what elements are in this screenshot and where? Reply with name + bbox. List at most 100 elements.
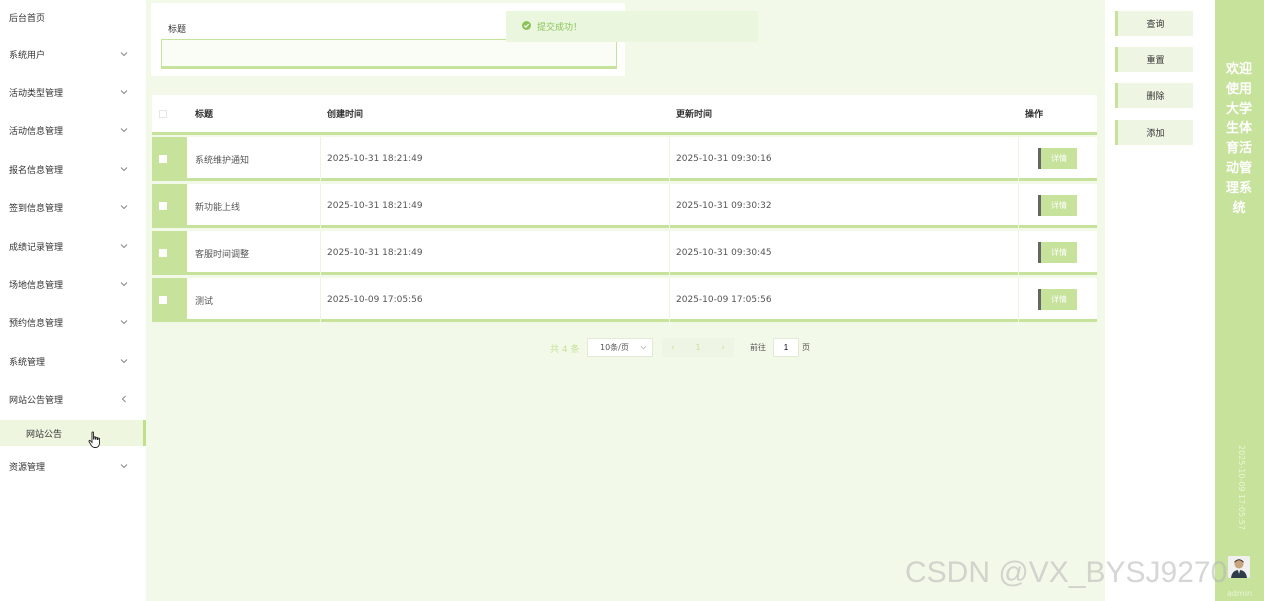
column-divider: [669, 137, 670, 181]
column-divider: [320, 231, 321, 275]
sidebar-item-home[interactable]: 后台首页: [0, 2, 146, 32]
sidebar-item-announcements[interactable]: 网站公告管理: [0, 384, 146, 414]
chevron-left-icon: [120, 395, 128, 403]
success-toast: 提交成功！: [506, 11, 758, 42]
sidebar-item-label: 资源管理: [9, 462, 46, 473]
column-divider: [1018, 278, 1019, 322]
sidebar-item-check-in[interactable]: 签到信息管理: [0, 192, 146, 222]
page-suffix: 页: [802, 343, 810, 352]
sidebar-item-reservations[interactable]: 预约信息管理: [0, 307, 146, 337]
row-select-cell: [152, 137, 187, 181]
cell-title: 系统维护通知: [195, 155, 250, 166]
chevron-down-icon: [120, 280, 128, 288]
system-title: 欢迎使用大学生体育活动管理系统: [1225, 62, 1252, 216]
row-checkbox[interactable]: [159, 155, 167, 163]
sidebar-item-venues[interactable]: 场地信息管理: [0, 269, 146, 299]
sidebar-item-label: 预约信息管理: [9, 318, 64, 329]
select-all-checkbox[interactable]: [159, 110, 167, 118]
gutter: [1203, 0, 1215, 601]
table-row: 新功能上线 2025-10-31 18:21:49 2025-10-31 09:…: [152, 184, 1097, 228]
prev-page-button[interactable]: ‹: [662, 338, 684, 357]
action-panel: 查询 重置 删除 添加: [1105, 0, 1203, 601]
header-title: 标题: [195, 110, 214, 120]
column-divider: [320, 278, 321, 322]
chevron-down-icon: [120, 203, 128, 211]
hand-cursor-icon: [88, 431, 102, 449]
sidebar-item-label: 后台首页: [9, 13, 46, 24]
cell-created: 2025-10-31 18:21:49: [327, 154, 423, 164]
page-size-select[interactable]: 10条/页: [587, 338, 653, 357]
column-divider: [669, 278, 670, 322]
sidebar-item-resources[interactable]: 资源管理: [0, 451, 146, 481]
chevron-down-icon: [120, 318, 128, 326]
table-header: 标题 创建时间 更新时间 操作: [152, 95, 1097, 135]
sidebar-item-label: 报名信息管理: [9, 165, 64, 176]
column-divider: [320, 137, 321, 181]
header-updated: 更新时间: [676, 110, 713, 120]
row-checkbox[interactable]: [159, 202, 167, 210]
sidebar-item-label: 成绩记录管理: [9, 242, 64, 253]
delete-button[interactable]: 删除: [1115, 83, 1193, 108]
sidebar-item-activity-types[interactable]: 活动类型管理: [0, 77, 146, 107]
goto-label: 前往: [750, 343, 766, 352]
search-label: 标题: [168, 25, 187, 35]
sidebar-item-label: 网站公告管理: [9, 395, 64, 406]
sidebar-item-activity-info[interactable]: 活动信息管理: [0, 115, 146, 145]
current-page[interactable]: 1: [684, 338, 712, 357]
page-size-value: 10条/页: [600, 343, 629, 352]
chevron-down-icon: [120, 357, 128, 365]
sidebar-item-system-users[interactable]: 系统用户: [0, 39, 146, 69]
query-button[interactable]: 查询: [1115, 11, 1193, 36]
column-divider: [669, 231, 670, 275]
header-action: 操作: [1025, 110, 1044, 120]
detail-button[interactable]: 详情: [1038, 195, 1077, 216]
detail-button[interactable]: 详情: [1038, 242, 1077, 263]
app-page: 后台首页 系统用户 活动类型管理 活动信息管理 报名信息管理 签到信息管理 成绩…: [0, 0, 1264, 601]
header-created: 创建时间: [327, 110, 364, 120]
next-page-button[interactable]: ›: [712, 338, 734, 357]
table-row: 系统维护通知 2025-10-31 18:21:49 2025-10-31 09…: [152, 137, 1097, 181]
chevron-down-icon: [120, 126, 128, 134]
watermark-text: CSDN @VX_BYSJ9270: [905, 556, 1228, 589]
detail-button[interactable]: 详情: [1038, 148, 1077, 169]
column-divider: [1018, 137, 1019, 181]
cell-created: 2025-10-31 18:21:49: [327, 248, 423, 258]
sidebar-item-system[interactable]: 系统管理: [0, 346, 146, 376]
column-divider: [1018, 231, 1019, 275]
avatar[interactable]: [1228, 556, 1250, 578]
goto-page-input[interactable]: [773, 338, 799, 357]
title-search-input[interactable]: [161, 39, 617, 69]
chevron-down-icon: [120, 165, 128, 173]
sidebar-item-label: 场地信息管理: [9, 280, 64, 291]
sidebar-item-scores[interactable]: 成绩记录管理: [0, 231, 146, 261]
detail-button[interactable]: 详情: [1038, 289, 1077, 310]
cell-title: 测试: [195, 296, 214, 307]
sidebar-item-registration[interactable]: 报名信息管理: [0, 154, 146, 184]
column-divider: [320, 184, 321, 228]
sidebar-item-label: 活动信息管理: [9, 126, 64, 137]
row-checkbox[interactable]: [159, 296, 167, 304]
chevron-down-icon: [120, 462, 128, 470]
add-button[interactable]: 添加: [1115, 120, 1193, 145]
table-row: 测试 2025-10-09 17:05:56 2025-10-09 17:05:…: [152, 278, 1097, 322]
chevron-down-icon: [120, 242, 128, 250]
sidebar-item-label: 活动类型管理: [9, 88, 64, 99]
cell-updated: 2025-10-31 09:30:32: [676, 201, 772, 211]
sidebar-subitem-label: 网站公告: [26, 429, 63, 440]
sidebar-subitem-announcement[interactable]: 网站公告: [0, 420, 146, 446]
column-divider: [669, 184, 670, 228]
table-row: 客服时间调整 2025-10-31 18:21:49 2025-10-31 09…: [152, 231, 1097, 275]
title-bar: 欢迎使用大学生体育活动管理系统 2025-10-09 17:05:57 admi…: [1215, 0, 1264, 601]
chevron-down-icon: [640, 344, 647, 353]
main-content: 标题 提交成功！ 标题 创建时间 更新时间 操作 系统维护通知 2025-10-…: [146, 0, 1105, 601]
cell-updated: 2025-10-09 17:05:56: [676, 295, 772, 305]
row-checkbox[interactable]: [159, 249, 167, 257]
sidebar-item-label: 系统管理: [9, 357, 46, 368]
toast-message: 提交成功！: [537, 23, 583, 33]
check-circle-icon: [522, 20, 531, 33]
cell-created: 2025-10-09 17:05:56: [327, 295, 423, 305]
column-divider: [1018, 184, 1019, 228]
cell-title: 客服时间调整: [195, 249, 250, 260]
reset-button[interactable]: 重置: [1115, 47, 1193, 72]
sidebar-item-label: 签到信息管理: [9, 203, 64, 214]
